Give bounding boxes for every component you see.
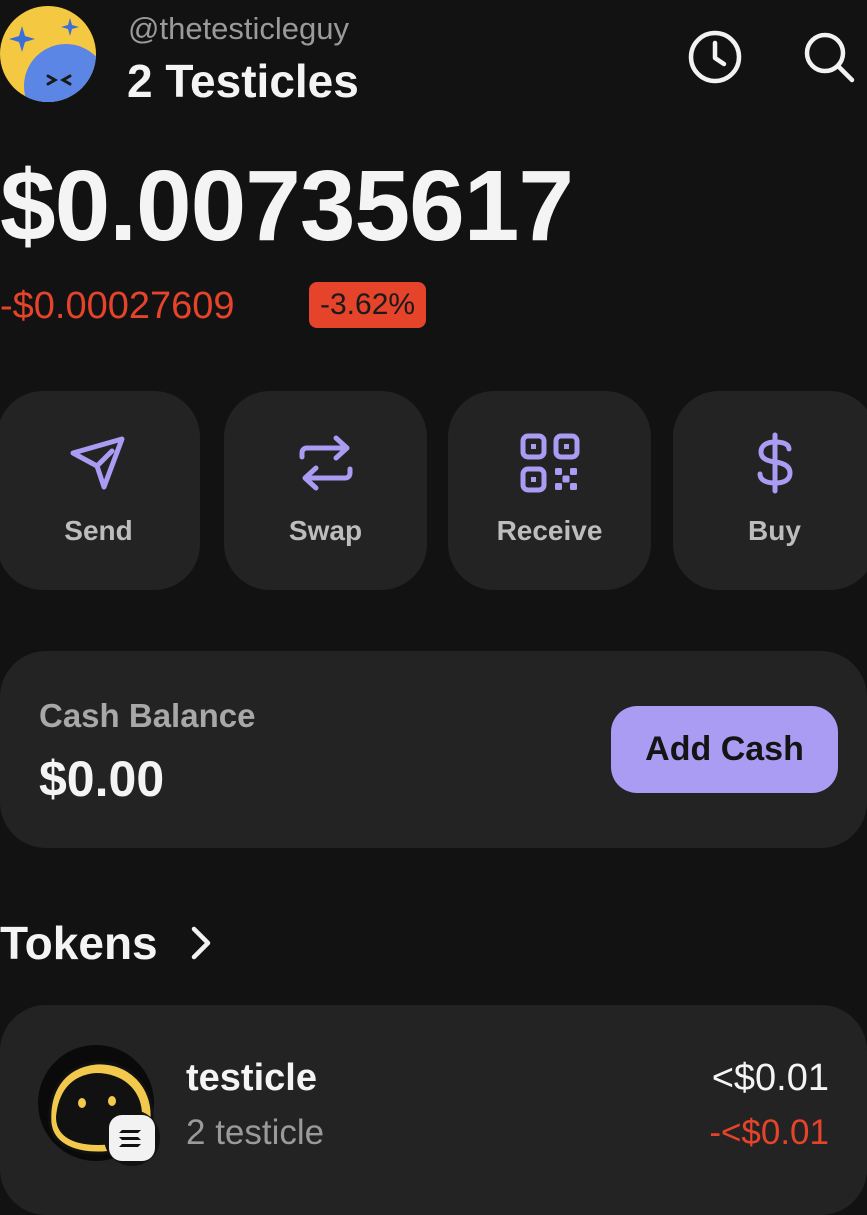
balance-change-amount: -$0.00027609 [0,285,235,327]
tokens-heading[interactable]: Tokens [0,915,158,971]
search-icon [804,32,855,83]
send-label: Send [64,515,133,546]
qr-code-icon [520,433,579,493]
swap-button[interactable]: Swap [224,391,427,590]
avatar[interactable] [0,6,96,102]
solana-chain-icon [104,1110,160,1166]
token-name: testicle [186,1057,317,1099]
swap-label: Swap [288,515,363,546]
token-change: -<$0.01 [709,1113,829,1152]
buy-button[interactable]: Buy [673,391,867,590]
send-icon [70,436,124,490]
search-button[interactable] [800,28,858,86]
clock-icon [688,30,742,84]
token-value: <$0.01 [711,1057,829,1099]
chevron-right-icon[interactable] [186,924,216,962]
swap-icon [299,435,352,491]
username-handle: @thetesticleguy [128,11,350,46]
receive-button[interactable]: Receive [448,391,651,590]
receive-label: Receive [496,515,603,546]
send-button[interactable]: Send [0,391,200,590]
emoji-face-avatar-icon [0,6,96,102]
cash-balance-title: Cash Balance [39,697,256,734]
add-cash-button[interactable]: Add Cash [611,706,838,793]
cash-balance-value: $0.00 [39,751,165,807]
token-amount: 2 testicle [186,1113,325,1152]
history-button[interactable] [686,28,744,86]
buy-label: Buy [748,515,801,546]
display-name: 2 Testicles [127,55,359,107]
dollar-icon [757,432,793,494]
total-balance: $0.00735617 [0,150,574,262]
balance-change-percent-badge: -3.62% [309,282,427,328]
